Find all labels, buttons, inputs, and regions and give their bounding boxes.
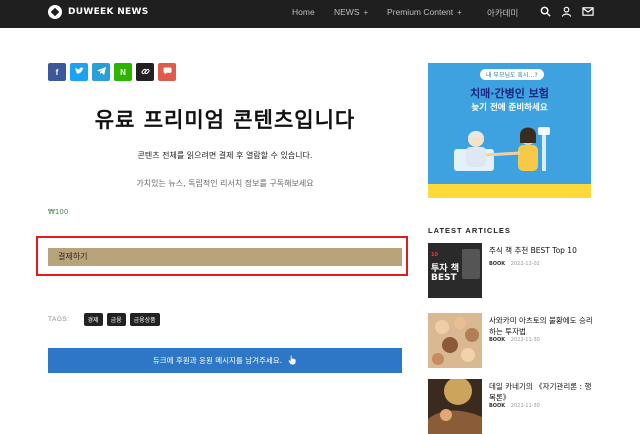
twitter-icon [74,67,84,77]
latest-articles-heading: LATEST ARTICLES [428,226,511,235]
telegram-icon [96,67,106,77]
ad-subtitle: 늦기 전에 준비하세요 [471,103,548,113]
twitter-share-button[interactable] [70,63,88,81]
article-thumbnail[interactable] [428,313,482,368]
subscribe-prompt: 가치있는 뉴스, 독립적인 리서치 정보를 구독해보세요 [136,179,314,188]
latest-article-item[interactable]: 데일 카네기의 《자기관리론 : 행복론》 BOOK 2022-11-30 [428,379,593,434]
article-category[interactable]: BOOK [489,261,505,267]
article-title[interactable]: 주식 책 추천 BEST Top 10 [489,245,593,256]
donate-button[interactable]: 듀크에 후원과 응원 메시지를 남겨주세요. [48,348,402,373]
ad-title: 치매·간병인 보험 [470,87,549,100]
nav-item-premium-content[interactable]: Premium Content + [387,7,462,17]
telegram-share-button[interactable] [92,63,110,81]
tag-item[interactable]: 금융 [106,313,126,326]
article-meta: BOOK 2022-11-30 [489,337,540,343]
ad-bubble-text: 내 부모님도 혹시…? [480,69,544,80]
latest-article-item[interactable]: 10 투자 책 BEST 주식 책 추천 BEST Top 10 BOOK 20… [428,243,593,298]
plus-icon: + [363,8,369,17]
nav-item-news[interactable]: NEWS + [334,7,368,17]
donate-label: 듀크에 후원과 응원 메시지를 남겨주세요. [152,356,283,365]
user-icon[interactable] [561,6,572,17]
header-icons [540,6,594,17]
article-thumbnail[interactable]: 10 투자 책 BEST [428,243,482,298]
sidebar-ad-banner[interactable]: 내 부모님도 혹시…? 치매·간병인 보험 늦기 전에 준비하세요 [428,63,591,198]
article-thumbnail[interactable] [428,379,482,434]
tag-item[interactable]: 경제 [83,313,103,326]
comment-share-button[interactable] [158,63,176,81]
article-title[interactable]: 데일 카네기의 《자기관리론 : 행복론》 [489,381,593,403]
thumb-best: BEST [431,273,457,283]
nav-item-label: Home [292,7,315,17]
article-date: 2022-12-02 [510,261,540,267]
tag-item[interactable]: 금융상품 [129,313,160,326]
page-title: 유료 프리미엄 콘텐츠입니다 [94,108,356,132]
latest-article-item[interactable]: 사와카미 아츠토의 불황에도 승리하는 투자법 BOOK 2022-11-30 [428,313,593,368]
tags-label: TAGS: [48,316,70,323]
pointer-hand-icon [288,354,297,367]
share-buttons: f N [48,63,176,81]
facebook-icon: f [55,67,59,77]
ad-illustration [446,119,572,179]
plus-icon: + [457,8,462,17]
tag-list: TAGS: 경제 금융 금융상품 [48,313,160,326]
nav-item-label: Premium Content [387,7,454,17]
article-category[interactable]: BOOK [489,403,505,409]
naver-share-button[interactable]: N [114,63,132,81]
facebook-share-button[interactable]: f [48,63,66,81]
nav-item-home[interactable]: Home [292,7,315,17]
ad-bottom-strip [428,184,591,198]
article-date: 2022-11-30 [510,403,540,409]
article-meta: BOOK 2022-12-02 [489,261,540,267]
top-navigation-bar: DUWEEK NEWS Home NEWS + Premium Content + … [0,0,640,28]
search-icon[interactable] [540,6,551,17]
article-date: 2022-11-30 [510,337,540,343]
comment-icon [163,67,172,77]
link-icon [140,67,150,78]
thumb-number: 10 [431,252,438,258]
article-title[interactable]: 사와카미 아츠토의 불황에도 승리하는 투자법 [489,315,593,337]
article-meta: BOOK 2022-11-30 [489,403,540,409]
thumb-decoration [462,249,480,279]
naver-icon: N [120,67,126,77]
mail-icon[interactable] [582,6,594,17]
price-label: ₩100 [48,208,69,216]
article-category[interactable]: BOOK [489,337,505,343]
paywall-description: 콘텐츠 전체를 읽으려면 결제 후 열람할 수 있습니다. [137,151,313,160]
nav-item-academy[interactable]: 아카데미 [487,7,518,19]
nav-item-label: NEWS [334,7,360,17]
nav-item-label: 아카데미 [487,8,519,18]
pay-button[interactable]: 결제하기 [48,248,402,266]
copy-link-button[interactable] [136,63,154,81]
